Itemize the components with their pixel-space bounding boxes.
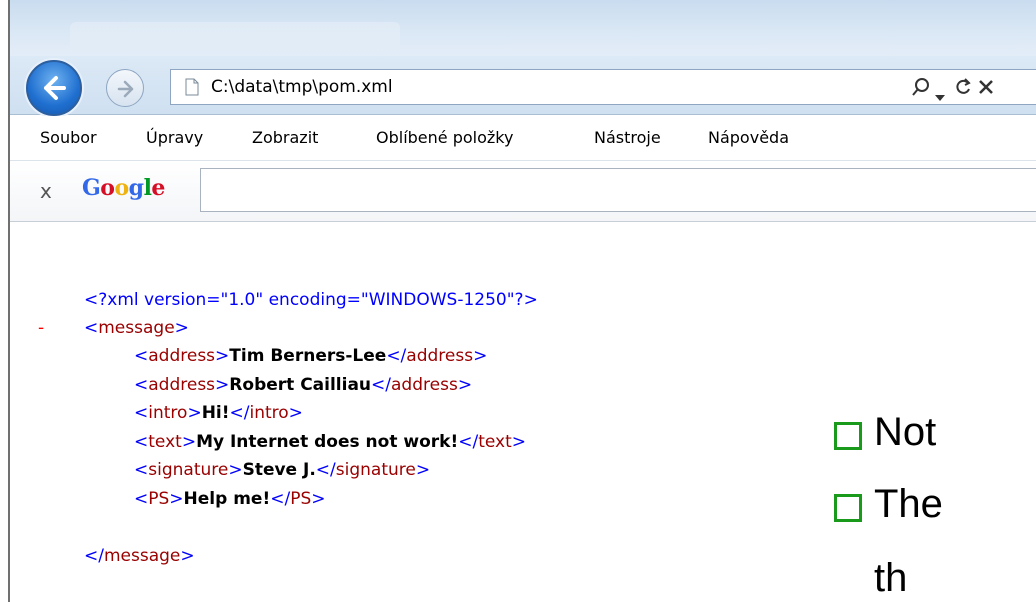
close-bracket: > xyxy=(511,431,526,452)
tag-name: PS xyxy=(290,489,312,509)
address-bar[interactable]: C:\data\tmp\pom.xml xyxy=(170,69,1036,105)
menu-bar: Soubor Úpravy Zobrazit Oblíbené položky … xyxy=(10,116,1036,161)
open-bracket: </ xyxy=(315,460,336,481)
menu-soubor[interactable]: Soubor xyxy=(40,128,97,147)
open-bracket: < xyxy=(134,431,149,452)
close-bracket: > xyxy=(180,546,195,566)
root-close-tag-name: message xyxy=(103,546,181,566)
bullet-box-icon xyxy=(834,494,862,522)
close-bracket: > xyxy=(215,374,230,395)
forward-button[interactable] xyxy=(106,69,144,107)
open-bracket: </ xyxy=(84,546,104,566)
tag-name: signature xyxy=(335,460,416,481)
open-bracket: </ xyxy=(458,431,479,452)
menu-upravy[interactable]: Úpravy xyxy=(146,128,203,147)
back-button[interactable] xyxy=(26,60,82,116)
open-bracket: < xyxy=(134,374,149,395)
close-bracket: > xyxy=(288,403,303,424)
tag-name: PS xyxy=(148,489,170,509)
menu-napoveda[interactable]: Nápověda xyxy=(708,128,789,147)
xml-root-close: </message> xyxy=(84,546,195,566)
xml-element-line: <intro>Hi!</intro> xyxy=(134,403,303,423)
element-text: Steve J. xyxy=(242,460,316,481)
forward-arrow-icon xyxy=(117,80,134,98)
close-bracket: > xyxy=(181,431,197,452)
tag-name: text xyxy=(148,431,182,452)
xml-declaration: <?xml version="1.0" encoding="WINDOWS-12… xyxy=(84,290,538,310)
element-text: Tim Berners-Lee xyxy=(229,346,387,366)
xml-element-line: <PS>Help me!</PS> xyxy=(134,489,326,509)
close-toolbar-icon[interactable]: x xyxy=(40,179,52,203)
close-bracket: > xyxy=(228,460,243,481)
tag-name: intro xyxy=(148,403,188,424)
tag-name: address xyxy=(148,346,216,366)
menu-nastroje[interactable]: Nástroje xyxy=(594,128,661,147)
open-bracket: < xyxy=(134,460,149,481)
close-bracket: > xyxy=(187,403,202,424)
open-bracket: < xyxy=(134,403,149,424)
url-text[interactable]: C:\data\tmp\pom.xml xyxy=(211,77,393,97)
open-bracket: </ xyxy=(386,346,407,366)
element-text: Robert Cailliau xyxy=(229,374,372,395)
close-bracket: > xyxy=(311,489,326,509)
open-bracket: < xyxy=(134,489,149,509)
xml-declaration-text: <?xml version="1.0" encoding="WINDOWS-12… xyxy=(84,290,538,310)
google-toolbar: x Google xyxy=(10,161,1036,222)
search-input[interactable] xyxy=(200,168,1036,212)
root-tag-name: message xyxy=(98,318,175,338)
google-logo-letter: e xyxy=(151,175,165,201)
open-bracket: </ xyxy=(371,374,392,395)
close-bracket: > xyxy=(215,346,230,366)
close-bracket: > xyxy=(473,346,488,366)
back-arrow-icon xyxy=(44,76,66,100)
bullet-text-2: The xyxy=(874,482,943,526)
element-text: Hi! xyxy=(201,403,230,424)
close-bracket: > xyxy=(174,318,189,338)
tag-name: text xyxy=(478,431,512,452)
page-icon xyxy=(185,78,199,96)
google-logo-letter: G xyxy=(82,175,101,201)
element-text: Help me! xyxy=(183,489,271,509)
open-bracket: < xyxy=(134,346,149,366)
open-bracket: < xyxy=(84,318,99,338)
search-icon[interactable] xyxy=(911,76,931,102)
tag-name: intro xyxy=(249,403,289,424)
dropdown-icon[interactable] xyxy=(935,86,945,105)
collapse-toggle[interactable]: - xyxy=(38,318,44,338)
title-bar xyxy=(10,0,1036,56)
xml-element-line: <address>Tim Berners-Lee</address> xyxy=(134,346,487,366)
xml-element-line: <address>Robert Cailliau</address> xyxy=(134,375,472,395)
google-logo[interactable]: Google xyxy=(82,175,165,201)
bullet-box-icon xyxy=(834,422,862,450)
xml-element-line: <signature>Steve J.</signature> xyxy=(134,460,430,480)
tag-name: signature xyxy=(148,460,229,481)
google-logo-letter: o xyxy=(114,175,129,201)
open-bracket: </ xyxy=(229,403,250,424)
google-logo-letter: g xyxy=(128,175,144,201)
refresh-icon[interactable] xyxy=(953,76,973,102)
tag-name: address xyxy=(391,374,458,395)
google-logo-letter: o xyxy=(100,175,115,201)
close-bracket: > xyxy=(415,460,431,481)
element-text: My Internet does not work! xyxy=(196,431,459,452)
background-tab[interactable] xyxy=(70,22,400,56)
close-bracket: > xyxy=(169,489,184,509)
bullet-text-3: th xyxy=(874,556,908,600)
tag-name: address xyxy=(406,346,474,366)
tag-name: address xyxy=(148,374,216,395)
menu-oblibene-polozky[interactable]: Oblíbené položky xyxy=(376,128,513,147)
menu-zobrazit[interactable]: Zobrazit xyxy=(252,128,318,147)
close-bracket: > xyxy=(457,374,473,395)
open-bracket: </ xyxy=(270,489,291,509)
xml-element-line: <text>My Internet does not work!</text> xyxy=(134,432,526,452)
stop-icon[interactable] xyxy=(977,76,995,102)
bullet-text-1: Not xyxy=(874,410,937,454)
